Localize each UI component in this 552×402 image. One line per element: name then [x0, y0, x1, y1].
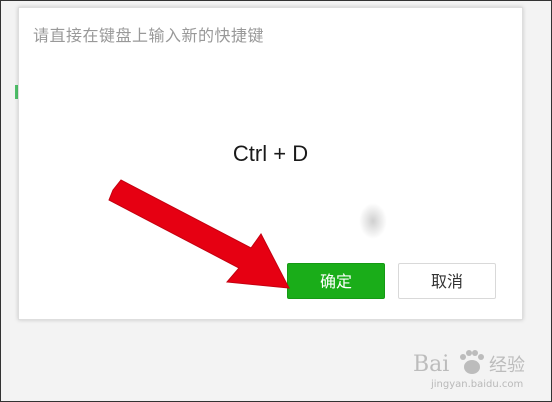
- shortcut-display: Ctrl + D: [232, 141, 309, 166]
- baidu-watermark: Bai 经验 jingyan.baidu.com: [413, 345, 533, 395]
- baidu-paw-icon: Bai 经验: [413, 350, 525, 377]
- svg-text:经验: 经验: [489, 355, 525, 376]
- red-arrow-icon: [108, 179, 290, 289]
- watermark-url: jingyan.baidu.com: [431, 379, 524, 390]
- svg-text:Bai: Bai: [413, 352, 449, 377]
- confirm-button[interactable]: 确定: [287, 263, 385, 299]
- screenshot-frame: 请直接在键盘上输入新的快捷键 Ctrl + D 确定 取消 Bai 经验 jin…: [0, 0, 552, 402]
- dialog-instruction: 请直接在键盘上输入新的快捷键: [33, 26, 265, 45]
- mouse-cursor-icon: [359, 203, 387, 239]
- cancel-button[interactable]: 取消: [398, 263, 496, 299]
